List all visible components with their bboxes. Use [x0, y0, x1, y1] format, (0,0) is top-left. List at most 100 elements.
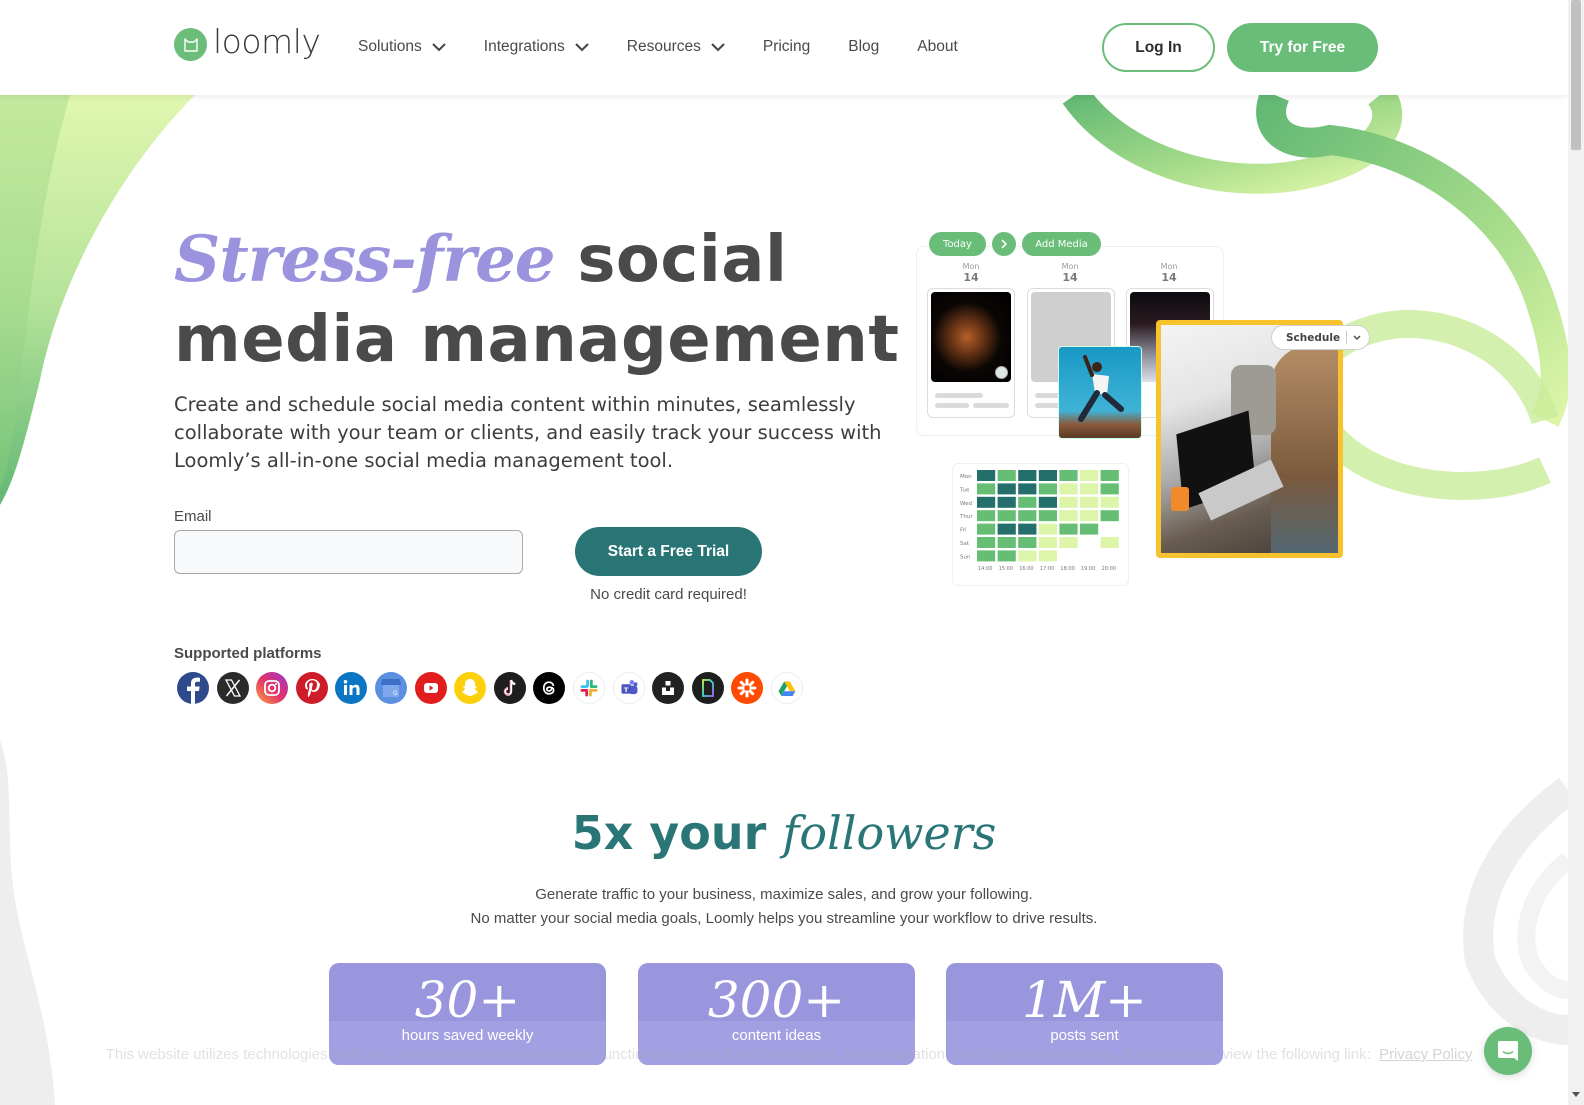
add-media-button: Add Media	[1022, 232, 1101, 256]
day-header: Mon 14	[1139, 262, 1199, 284]
cookie-text: This website utilizes technologies such …	[105, 1046, 1371, 1063]
no-credit-card-note: No credit card required!	[590, 586, 747, 603]
main-nav: Solutions Integrations Resources Pricing…	[358, 38, 996, 56]
site-header: loomly Solutions Integrations Resources …	[0, 0, 1568, 95]
woman-laptop-photo	[1156, 320, 1343, 558]
heatmap-cell	[1038, 470, 1057, 481]
day-number: 14	[963, 271, 979, 284]
heatmap-col-label: 14:00	[978, 566, 992, 572]
heatmap-cell	[997, 470, 1016, 481]
heatmap-cell	[1018, 470, 1037, 481]
heatmap-row-label: Fri	[960, 528, 967, 534]
nav-blog[interactable]: Blog	[848, 38, 879, 56]
page-scrollbar[interactable]	[1568, 0, 1584, 1105]
placeholder-line	[935, 403, 969, 408]
login-button[interactable]: Log In	[1102, 23, 1215, 72]
heatmap-cell	[1059, 523, 1078, 535]
heatmap-cell	[997, 537, 1016, 548]
heatmap-cell	[1018, 523, 1037, 535]
runner-photo	[1058, 346, 1142, 439]
platform-icons: G T	[177, 672, 803, 704]
heatmap-cell	[977, 523, 996, 535]
heatmap-cell	[1038, 523, 1057, 535]
linkedin-icon[interactable]	[335, 672, 368, 704]
heatmap-row-label: Sat	[960, 541, 970, 547]
nav-about[interactable]: About	[917, 38, 958, 56]
scroll-down-arrow-icon[interactable]	[1572, 1092, 1580, 1097]
chevron-right-icon	[1001, 239, 1008, 249]
schedule-label: Schedule	[1286, 331, 1341, 344]
start-free-trial-button[interactable]: Start a Free Trial	[575, 527, 762, 576]
heatmap-cell	[1018, 496, 1037, 508]
nav-integrations[interactable]: Integrations	[484, 38, 589, 56]
nav-label: Pricing	[762, 38, 811, 55]
teams-icon[interactable]: T	[612, 672, 645, 704]
email-input[interactable]	[174, 530, 523, 574]
stat-value: 1M+	[1022, 971, 1147, 1029]
google-drive-icon[interactable]	[770, 672, 803, 704]
zapier-icon[interactable]	[731, 672, 764, 704]
heading-accent: followers	[782, 806, 997, 860]
heatmap-cell	[997, 483, 1016, 495]
placeholder-line	[973, 403, 1009, 408]
tiktok-icon[interactable]	[493, 672, 526, 704]
chat-launcher-button[interactable]	[1484, 1027, 1532, 1075]
next-arrow-button	[992, 232, 1016, 256]
facebook-icon[interactable]	[177, 672, 209, 704]
scrollbar-thumb[interactable]	[1571, 0, 1581, 150]
nav-pricing[interactable]: Pricing	[763, 38, 810, 56]
heatmap-col-label: 15:00	[999, 566, 1013, 572]
loomly-logo[interactable]: loomly	[174, 22, 321, 61]
heading-main: 5x your	[571, 806, 783, 860]
heatmap-col-label: 19:00	[1081, 566, 1095, 572]
heatmap-col-label: 17:00	[1040, 566, 1054, 572]
supported-platforms-label: Supported platforms	[174, 645, 322, 662]
heatmap-cell	[997, 496, 1016, 508]
schedule-button: Schedule	[1271, 325, 1370, 350]
hero-title: Stress-free social media management	[174, 220, 899, 380]
heatmap-col-label: 16:00	[1019, 566, 1033, 572]
heatmap-cell	[1100, 483, 1119, 495]
heatmap-cell	[1038, 483, 1057, 495]
google-business-icon[interactable]: G	[374, 672, 407, 704]
slack-icon[interactable]	[572, 672, 605, 704]
unsplash-icon[interactable]	[652, 672, 685, 704]
heatmap-row-label: Sun	[960, 554, 971, 560]
canva-icon[interactable]	[691, 672, 724, 704]
snapchat-icon[interactable]	[454, 672, 487, 704]
nav-resources[interactable]: Resources	[627, 38, 725, 56]
nav-solutions[interactable]: Solutions	[358, 38, 446, 56]
heatmap-row-label: Tue	[959, 487, 970, 493]
x-icon[interactable]	[216, 672, 249, 704]
logo-text: loomly	[213, 22, 321, 61]
post-card-cat	[927, 288, 1015, 418]
youtube-icon[interactable]	[414, 672, 447, 704]
description-line: No matter your social media goals, Looml…	[470, 910, 1098, 927]
heatmap-cell	[1100, 537, 1119, 548]
chevron-down-icon	[711, 42, 725, 51]
heatmap-cell	[1018, 483, 1037, 495]
day-header: Mon 14	[941, 262, 1001, 284]
nav-label: Integrations	[483, 38, 565, 55]
privacy-policy-link[interactable]: Privacy Policy	[1379, 1046, 1472, 1063]
heatmap-cell	[1018, 537, 1037, 548]
day-number: 14	[1161, 271, 1177, 284]
instagram-badge-icon	[995, 366, 1008, 379]
heatmap-cell	[1038, 496, 1057, 508]
instagram-icon[interactable]	[256, 672, 289, 704]
threads-icon[interactable]	[533, 672, 566, 704]
heatmap-cell	[997, 510, 1016, 522]
heatmap-cell	[1059, 496, 1078, 508]
pinterest-icon[interactable]	[295, 672, 328, 704]
description-line: Generate traffic to your business, maxim…	[535, 886, 1033, 903]
heatmap-col-label: 20:00	[1102, 566, 1116, 572]
heatmap-cell	[1018, 550, 1037, 562]
heatmap-row-label: Mon	[960, 474, 972, 480]
hero-title-part2: media management	[174, 303, 900, 377]
try-for-free-button[interactable]: Try for Free	[1227, 23, 1378, 72]
heatmap-cell	[1080, 470, 1099, 481]
heatmap-panel: Mon Tue Wed Thur Fri Sat Sun 14:00 15:00 16:00 17:…	[952, 463, 1129, 586]
day-header: Mon 14	[1040, 262, 1100, 284]
heatmap-cell	[977, 496, 996, 508]
heatmap-cell	[1059, 537, 1078, 548]
